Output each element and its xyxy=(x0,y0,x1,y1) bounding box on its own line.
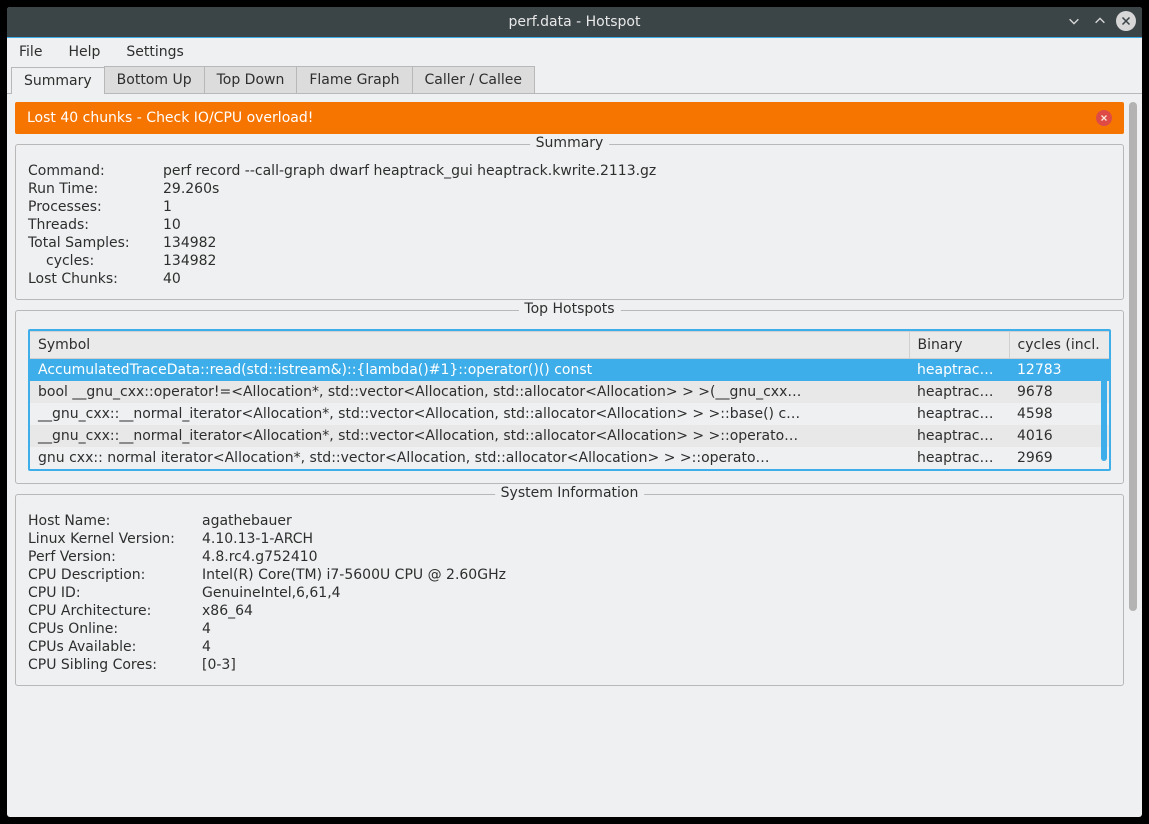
scrollbar-thumb[interactable] xyxy=(1129,102,1137,611)
sysinfo-table: Host Name:agathebauerLinux Kernel Versio… xyxy=(28,513,1111,673)
cell-binary: heaptrack… xyxy=(909,403,1009,425)
sysinfo-value: x86_64 xyxy=(202,603,1111,619)
col-cycles[interactable]: cycles (incl. xyxy=(1009,332,1109,359)
summary-key: Processes: xyxy=(28,199,161,215)
menu-settings[interactable]: Settings xyxy=(122,40,187,64)
cell-cycles: 12783 xyxy=(1009,359,1109,382)
maximize-button[interactable] xyxy=(1090,11,1110,31)
cell-binary: heaptrack… xyxy=(909,359,1009,382)
cell-cycles: 9678 xyxy=(1009,381,1109,403)
tab-bar: SummaryBottom UpTop DownFlame GraphCalle… xyxy=(7,66,1142,94)
chevron-up-icon xyxy=(1093,14,1107,28)
close-icon xyxy=(1099,113,1109,123)
sysinfo-key: Linux Kernel Version: xyxy=(28,531,200,547)
cell-symbol: __gnu_cxx::__normal_iterator<Allocation*… xyxy=(30,403,909,425)
window-controls xyxy=(1064,11,1136,31)
close-button[interactable] xyxy=(1116,11,1136,31)
sysinfo-key: CPU Description: xyxy=(28,567,200,583)
summary-table: Command:perf record --call-graph dwarf h… xyxy=(28,163,1111,287)
summary-key: Lost Chunks: xyxy=(28,271,161,287)
tab-flame-graph[interactable]: Flame Graph xyxy=(296,66,412,93)
alert-text: Lost 40 chunks - Check IO/CPU overload! xyxy=(27,110,313,126)
sysinfo-value: Intel(R) Core(TM) i7-5600U CPU @ 2.60GHz xyxy=(202,567,1111,583)
summary-value: 10 xyxy=(163,217,1111,233)
cell-binary: heaptrack… xyxy=(909,447,1009,469)
table-scrollbar[interactable] xyxy=(1101,361,1107,461)
table-row[interactable]: bool __gnu_cxx::operator!=<Allocation*, … xyxy=(30,381,1109,403)
hotspots-legend: Top Hotspots xyxy=(518,301,620,317)
summary-key: Threads: xyxy=(28,217,161,233)
tab-caller-callee[interactable]: Caller / Callee xyxy=(412,66,535,93)
cell-symbol: gnu cxx:: normal iterator<Allocation*, s… xyxy=(30,447,909,469)
minimize-button[interactable] xyxy=(1064,11,1084,31)
menu-bar: File Help Settings xyxy=(7,38,1142,66)
table-row[interactable]: __gnu_cxx::__normal_iterator<Allocation*… xyxy=(30,425,1109,447)
sysinfo-key: CPU Architecture: xyxy=(28,603,200,619)
tab-summary[interactable]: Summary xyxy=(11,67,105,94)
col-symbol[interactable]: Symbol xyxy=(30,332,909,359)
sysinfo-key: CPU ID: xyxy=(28,585,200,601)
window-title: perf.data - Hotspot xyxy=(509,14,641,30)
tab-bottom-up[interactable]: Bottom Up xyxy=(104,66,205,93)
cell-symbol: bool __gnu_cxx::operator!=<Allocation*, … xyxy=(30,381,909,403)
table-row[interactable]: __gnu_cxx::__normal_iterator<Allocation*… xyxy=(30,403,1109,425)
chevron-down-icon xyxy=(1067,14,1081,28)
sysinfo-key: CPUs Online: xyxy=(28,621,200,637)
sysinfo-value: 4.8.rc4.g752410 xyxy=(202,549,1111,565)
summary-key: Command: xyxy=(28,163,161,179)
summary-key: Run Time: xyxy=(28,181,161,197)
sysinfo-key: Perf Version: xyxy=(28,549,200,565)
summary-legend: Summary xyxy=(530,135,610,151)
sysinfo-value: [0-3] xyxy=(202,657,1111,673)
sysinfo-group: System Information Host Name:agathebauer… xyxy=(15,494,1124,686)
sysinfo-key: CPU Sibling Cores: xyxy=(28,657,200,673)
scroll-pane: Lost 40 chunks - Check IO/CPU overload! … xyxy=(15,102,1138,809)
sysinfo-value: GenuineIntel,6,61,4 xyxy=(202,585,1111,601)
alert-dismiss-button[interactable] xyxy=(1096,110,1112,126)
sysinfo-value: 4.10.13-1-ARCH xyxy=(202,531,1111,547)
alert-banner: Lost 40 chunks - Check IO/CPU overload! xyxy=(15,102,1124,134)
summary-value: 134982 xyxy=(163,235,1111,251)
summary-value: 40 xyxy=(163,271,1111,287)
cell-binary: heaptrack… xyxy=(909,425,1009,447)
tab-top-down[interactable]: Top Down xyxy=(204,66,298,93)
cell-cycles: 4598 xyxy=(1009,403,1109,425)
cell-binary: heaptrack… xyxy=(909,381,1009,403)
table-row[interactable]: gnu cxx:: normal iterator<Allocation*, s… xyxy=(30,447,1109,469)
sysinfo-value: 4 xyxy=(202,639,1111,655)
menu-help[interactable]: Help xyxy=(64,40,104,64)
sysinfo-value: agathebauer xyxy=(202,513,1111,529)
title-bar[interactable]: perf.data - Hotspot xyxy=(7,7,1142,37)
summary-value: 1 xyxy=(163,199,1111,215)
summary-group: Summary Command:perf record --call-graph… xyxy=(15,144,1124,300)
sysinfo-value: 4 xyxy=(202,621,1111,637)
table-row[interactable]: AccumulatedTraceData::read(std::istream&… xyxy=(30,359,1109,382)
col-binary[interactable]: Binary xyxy=(909,332,1009,359)
content-scrollbar[interactable] xyxy=(1128,102,1138,809)
main-window: perf.data - Hotspot File Help Settings S… xyxy=(7,7,1142,817)
cell-cycles: 4016 xyxy=(1009,425,1109,447)
cell-cycles: 2969 xyxy=(1009,447,1109,469)
summary-key: Total Samples: xyxy=(28,235,161,251)
cell-symbol: __gnu_cxx::__normal_iterator<Allocation*… xyxy=(30,425,909,447)
hotspots-table[interactable]: Symbol Binary cycles (incl. AccumulatedT… xyxy=(30,331,1109,469)
content-area: Lost 40 chunks - Check IO/CPU overload! … xyxy=(7,94,1142,817)
summary-value: 134982 xyxy=(163,253,1111,269)
sysinfo-key: Host Name: xyxy=(28,513,200,529)
hotspots-table-wrap: Symbol Binary cycles (incl. AccumulatedT… xyxy=(28,329,1111,471)
summary-value: 29.260s xyxy=(163,181,1111,197)
menu-file[interactable]: File xyxy=(15,40,46,64)
close-icon xyxy=(1119,14,1133,28)
cell-symbol: AccumulatedTraceData::read(std::istream&… xyxy=(30,359,909,382)
hotspots-group: Top Hotspots Symbol Bin xyxy=(15,310,1124,484)
sysinfo-legend: System Information xyxy=(495,485,645,501)
summary-value: perf record --call-graph dwarf heaptrack… xyxy=(163,163,1111,179)
summary-key: cycles: xyxy=(28,253,161,269)
sysinfo-key: CPUs Available: xyxy=(28,639,200,655)
